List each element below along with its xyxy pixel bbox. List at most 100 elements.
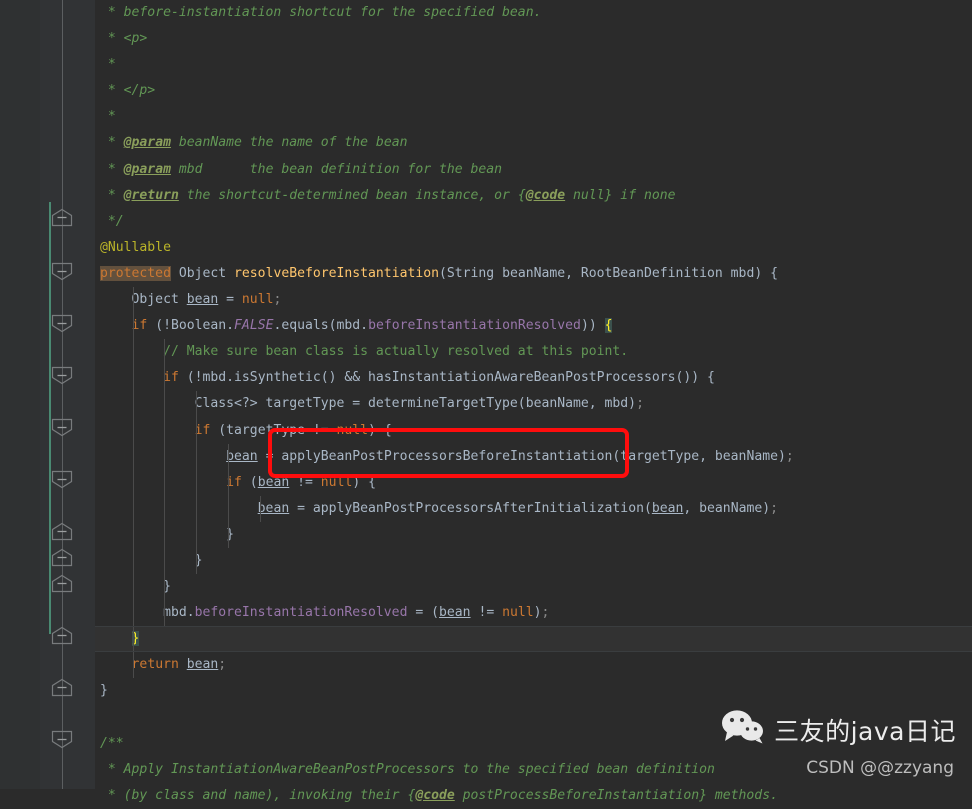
code-token: , beanName) [683, 500, 771, 516]
fold-collapse-icon[interactable] [51, 626, 73, 645]
code-line[interactable]: * @return the shortcut-determined bean i… [95, 183, 972, 209]
code-line[interactable]: */ [95, 209, 972, 235]
code-line[interactable]: * [95, 52, 972, 78]
code-token: beanName the name of the bean [170, 135, 408, 151]
code-token: beforeInstantiationResolved [194, 605, 408, 621]
code-line[interactable]: * (by class and name), invoking their {@… [95, 783, 972, 809]
code-line[interactable]: if (bean != null) { [95, 469, 972, 496]
code-line[interactable]: * </p> [95, 78, 972, 104]
gutter-annotations-area [0, 0, 40, 789]
code-token: beforeInstantiationResolved [368, 318, 581, 334]
code-token: Object [170, 265, 235, 281]
fold-collapse-icon[interactable] [51, 548, 73, 567]
code-line[interactable]: mbd.beforeInstantiationResolved = (bean … [95, 600, 972, 627]
code-line[interactable]: * @param beanName the name of the bean [95, 130, 972, 156]
code-token: @code [525, 187, 566, 203]
fold-collapse-icon[interactable] [51, 574, 73, 593]
fold-expand-icon[interactable] [51, 730, 73, 749]
code-token: * <p> [100, 31, 148, 47]
code-token: Class<?> targetType = determineTargetTyp… [100, 396, 637, 412]
code-line[interactable]: * <p> [95, 26, 972, 52]
code-token: ) [533, 605, 542, 621]
fold-expand-icon[interactable] [51, 262, 73, 281]
code-line[interactable]: protected Object resolveBeforeInstantiat… [95, 261, 972, 287]
fold-expand-icon[interactable] [51, 470, 73, 489]
code-line[interactable]: // Make sure bean class is actually reso… [95, 339, 972, 366]
code-token: .equals(mbd. [273, 318, 369, 334]
code-line[interactable]: Class<?> targetType = determineTargetTyp… [95, 391, 972, 418]
code-token: != [289, 474, 321, 490]
code-token: null [336, 422, 369, 438]
code-token: * [100, 161, 124, 177]
code-line[interactable]: * before-instantiation shortcut for the … [95, 0, 972, 26]
code-token: * </p> [100, 83, 156, 99]
code-line[interactable]: * Apply InstantiationAwareBeanPostProces… [95, 757, 972, 783]
code-token: mbd. [100, 605, 195, 621]
code-editor[interactable]: * before-instantiation shortcut for the … [0, 0, 972, 803]
code-line[interactable]: } [95, 521, 972, 548]
code-token: null} if none [565, 187, 676, 203]
code-line[interactable] [95, 705, 972, 731]
code-token: resolveBeforeInstantiation [234, 265, 439, 281]
code-token: mbd the bean definition for the bean [170, 161, 503, 177]
code-token: { [604, 318, 613, 334]
code-line[interactable]: if (targetType != null) { [95, 417, 972, 444]
code-token: if [226, 474, 242, 490]
code-token: @return [123, 187, 179, 203]
fold-collapse-icon[interactable] [51, 522, 73, 541]
code-token: bean [186, 292, 219, 308]
code-token: ; [273, 292, 282, 308]
code-token: return [131, 657, 179, 673]
fold-expand-icon[interactable] [51, 366, 73, 385]
code-line[interactable]: * @param mbd the bean definition for the… [95, 157, 972, 183]
code-token: if [194, 422, 211, 438]
code-line[interactable]: /** [95, 731, 972, 757]
code-token: bean [226, 448, 258, 464]
code-line[interactable]: } [95, 574, 972, 601]
code-token: = applyBeanPostProcessorsAfterInitializa… [289, 500, 652, 516]
code-line[interactable]: Object bean = null; [95, 287, 972, 314]
code-token: } [100, 526, 235, 542]
code-line[interactable]: } [95, 626, 972, 653]
code-token: ( [241, 474, 258, 490]
code-token: ) { [368, 422, 392, 438]
code-token: * Apply InstantiationAwareBeanPostProces… [100, 761, 715, 777]
code-token: * [100, 57, 116, 73]
code-line[interactable]: * [95, 104, 972, 130]
code-token: FALSE [234, 318, 274, 334]
code-token: = [218, 292, 242, 308]
code-line[interactable]: if (!Boolean.FALSE.equals(mbd.beforeInst… [95, 313, 972, 340]
code-line[interactable]: bean = applyBeanPostProcessorsBeforeInst… [95, 443, 972, 470]
code-token: * [100, 187, 124, 203]
code-token: ; [541, 605, 550, 621]
caret-line-edge [95, 626, 972, 628]
code-line[interactable]: if (!mbd.isSynthetic() && hasInstantiati… [95, 365, 972, 392]
code-token: @code [415, 787, 455, 803]
code-token: (targetType != [210, 422, 337, 438]
fold-expand-icon[interactable] [51, 314, 73, 333]
code-token: ; [218, 657, 227, 673]
code-token: } [100, 579, 171, 595]
fold-collapse-icon[interactable] [51, 208, 73, 227]
fold-spine-line [61, 0, 63, 789]
code-token: postProcessBeforeInstantiation} methods. [454, 787, 778, 803]
code-token: Object [100, 292, 187, 308]
fold-collapse-icon[interactable] [51, 678, 73, 697]
code-line[interactable]: } [95, 547, 972, 575]
fold-expand-icon[interactable] [51, 418, 73, 437]
code-token: /** [100, 735, 124, 751]
editor-gutter[interactable] [0, 0, 95, 789]
code-line[interactable]: @Nullable [95, 235, 972, 261]
code-token: @param [123, 135, 171, 151]
code-line[interactable]: return bean; [95, 652, 972, 679]
code-text-area[interactable]: * before-instantiation shortcut for the … [95, 0, 972, 803]
code-token: protected [100, 265, 171, 281]
code-line[interactable]: bean = applyBeanPostProcessorsAfterIniti… [95, 495, 972, 522]
code-token: @param [123, 161, 171, 177]
code-line[interactable]: } [95, 678, 972, 704]
code-token: null [320, 474, 353, 490]
